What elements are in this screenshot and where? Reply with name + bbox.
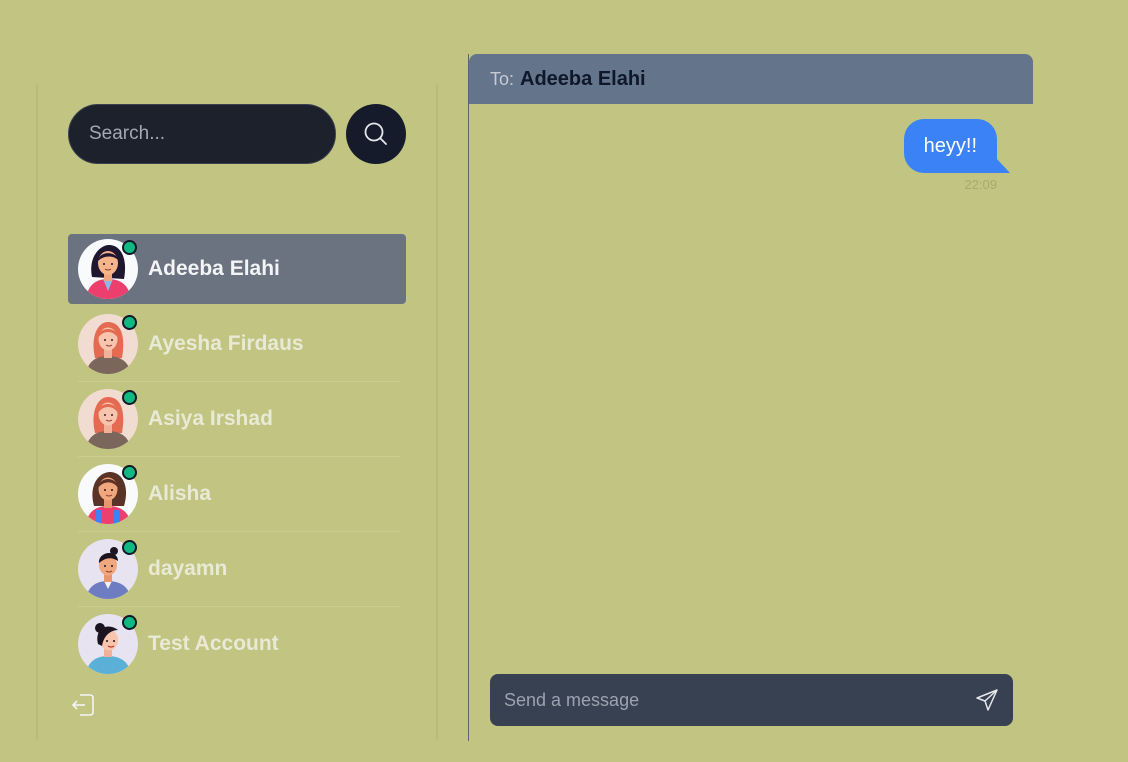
send-icon [976, 689, 998, 711]
contact-list: Adeeba Elahi Ayesha Firdaus Asiya Irshad… [68, 234, 406, 684]
contact-name: Alisha [148, 482, 212, 505]
divider [78, 606, 400, 607]
online-status-indicator [122, 390, 137, 405]
contact-item-alisha[interactable]: Alisha [68, 459, 406, 532]
online-status-indicator [122, 240, 137, 255]
online-status-indicator [122, 465, 137, 480]
online-status-indicator [122, 540, 137, 555]
contact-name: Asiya Irshad [148, 407, 273, 430]
contact-name: Test Account [148, 632, 279, 655]
send-button[interactable] [973, 686, 1001, 714]
recipient-label: To: [490, 68, 515, 89]
search-icon [364, 122, 387, 145]
search-input[interactable] [68, 104, 336, 164]
chat-panel: To: Adeeba Elahi heyy!! 22:09 [468, 54, 1033, 741]
message-timestamp: 22:09 [964, 177, 997, 192]
contact-item-dayamn[interactable]: dayamn [68, 534, 406, 607]
logout-icon [71, 694, 94, 716]
online-status-indicator [122, 315, 137, 330]
logout-button[interactable] [70, 692, 96, 718]
message-composer [490, 674, 1013, 726]
divider [78, 531, 400, 532]
contact-name: Ayesha Firdaus [148, 332, 304, 355]
divider [78, 381, 400, 382]
contact-item-asiya-irshad[interactable]: Asiya Irshad [68, 384, 406, 457]
message-bubble: heyy!! [903, 119, 997, 173]
online-status-indicator [122, 615, 137, 630]
contact-item-test-account[interactable]: Test Account [68, 609, 406, 679]
search-button[interactable] [346, 104, 406, 164]
chat-header: To: Adeeba Elahi [469, 54, 1033, 104]
contact-name: Adeeba Elahi [148, 257, 280, 280]
recipient-name: Adeeba Elahi [520, 67, 646, 90]
contact-name: dayamn [148, 557, 228, 580]
message-input[interactable] [490, 674, 960, 726]
contact-item-adeeba-elahi[interactable]: Adeeba Elahi [68, 234, 406, 304]
message-bubble-tail [996, 158, 1010, 173]
contact-item-ayesha-firdaus[interactable]: Ayesha Firdaus [68, 309, 406, 382]
divider [78, 456, 400, 457]
